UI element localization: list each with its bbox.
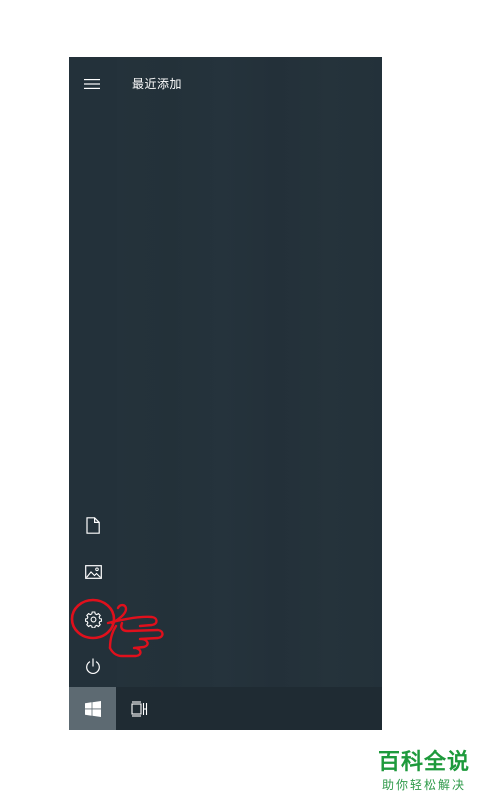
image-icon <box>84 565 102 579</box>
watermark-subtitle: 助你轻松解决 <box>382 778 467 792</box>
settings-button[interactable] <box>69 597 117 641</box>
gear-icon <box>84 610 102 628</box>
pictures-button[interactable] <box>69 550 117 594</box>
watermark: 百科全说 助你轻松解决 <box>372 744 492 800</box>
task-view-icon <box>131 700 148 717</box>
start-menu-rail <box>69 57 117 687</box>
recently-added-title[interactable]: 最近添加 <box>132 75 182 92</box>
windows-logo-icon <box>84 700 101 717</box>
power-button[interactable] <box>69 644 117 688</box>
taskbar <box>69 687 382 730</box>
start-menu: 最近添加 <box>69 57 382 730</box>
watermark-title: 百科全说 <box>378 750 471 775</box>
document-icon <box>86 516 100 534</box>
task-view-button[interactable] <box>123 687 157 730</box>
tiles-area <box>117 57 382 687</box>
screenshot-canvas: 最近添加 百科全说 助你轻松解决 <box>0 0 500 805</box>
start-button[interactable] <box>69 687 116 730</box>
documents-button[interactable] <box>69 503 117 547</box>
power-icon <box>86 658 100 674</box>
